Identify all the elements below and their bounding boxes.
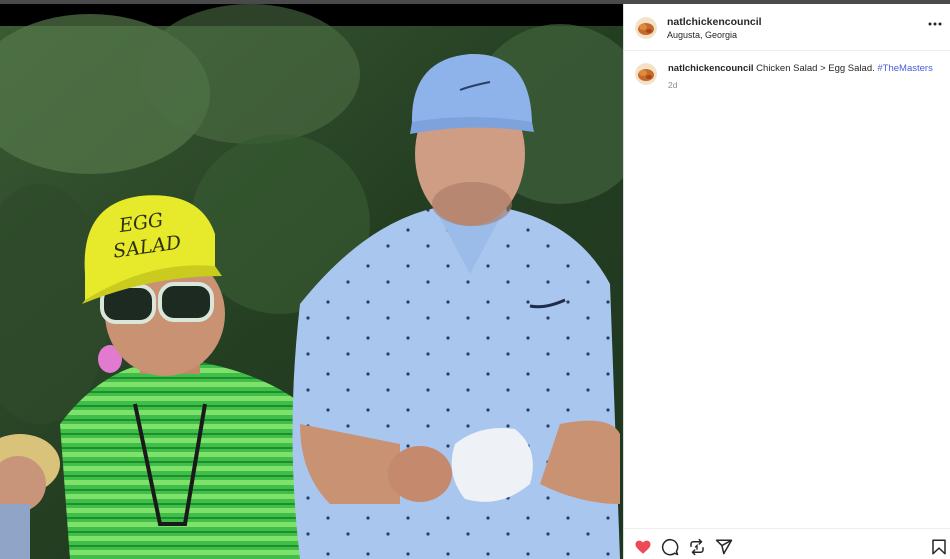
caption-text: natlchickencouncil Chicken Salad > Egg S… xyxy=(668,63,933,74)
hashtag-link[interactable]: #TheMasters xyxy=(877,63,932,74)
post-username[interactable]: natlchickencouncil xyxy=(667,16,762,28)
send-icon xyxy=(715,539,733,555)
avatar[interactable] xyxy=(635,63,657,85)
caption-body: Chicken Salad > Egg Salad. xyxy=(756,63,875,74)
more-options-button[interactable] xyxy=(928,18,942,30)
more-options-icon xyxy=(928,22,942,26)
caption-timestamp[interactable]: 2d xyxy=(668,80,677,90)
repost-button[interactable] xyxy=(688,538,706,556)
bookmark-icon xyxy=(932,539,946,555)
caption-comment: natlchickencouncil Chicken Salad > Egg S… xyxy=(624,60,950,100)
action-bar xyxy=(624,528,950,559)
like-button[interactable] xyxy=(634,538,652,556)
post-header: natlchickencouncil Augusta, Georgia xyxy=(624,4,950,51)
post-details-panel: natlchickencouncil Augusta, Georgia natl… xyxy=(624,4,950,559)
repost-icon xyxy=(690,538,704,556)
comment-button[interactable] xyxy=(661,538,679,556)
share-button[interactable] xyxy=(715,538,733,556)
chicken-avatar-icon xyxy=(635,63,657,85)
caption-username[interactable]: natlchickencouncil xyxy=(668,63,754,74)
comment-icon xyxy=(661,538,679,556)
golf-photo: EGG SALAD xyxy=(0,4,623,559)
post-viewer: EGG SALAD natlchickencouncil Augusta, Ge… xyxy=(0,0,950,559)
avatar[interactable] xyxy=(635,17,657,39)
chicken-avatar-icon xyxy=(635,17,657,39)
save-button[interactable] xyxy=(930,538,948,556)
heart-icon xyxy=(635,540,651,554)
post-image[interactable]: EGG SALAD xyxy=(0,4,623,559)
post-location[interactable]: Augusta, Georgia xyxy=(667,30,737,40)
